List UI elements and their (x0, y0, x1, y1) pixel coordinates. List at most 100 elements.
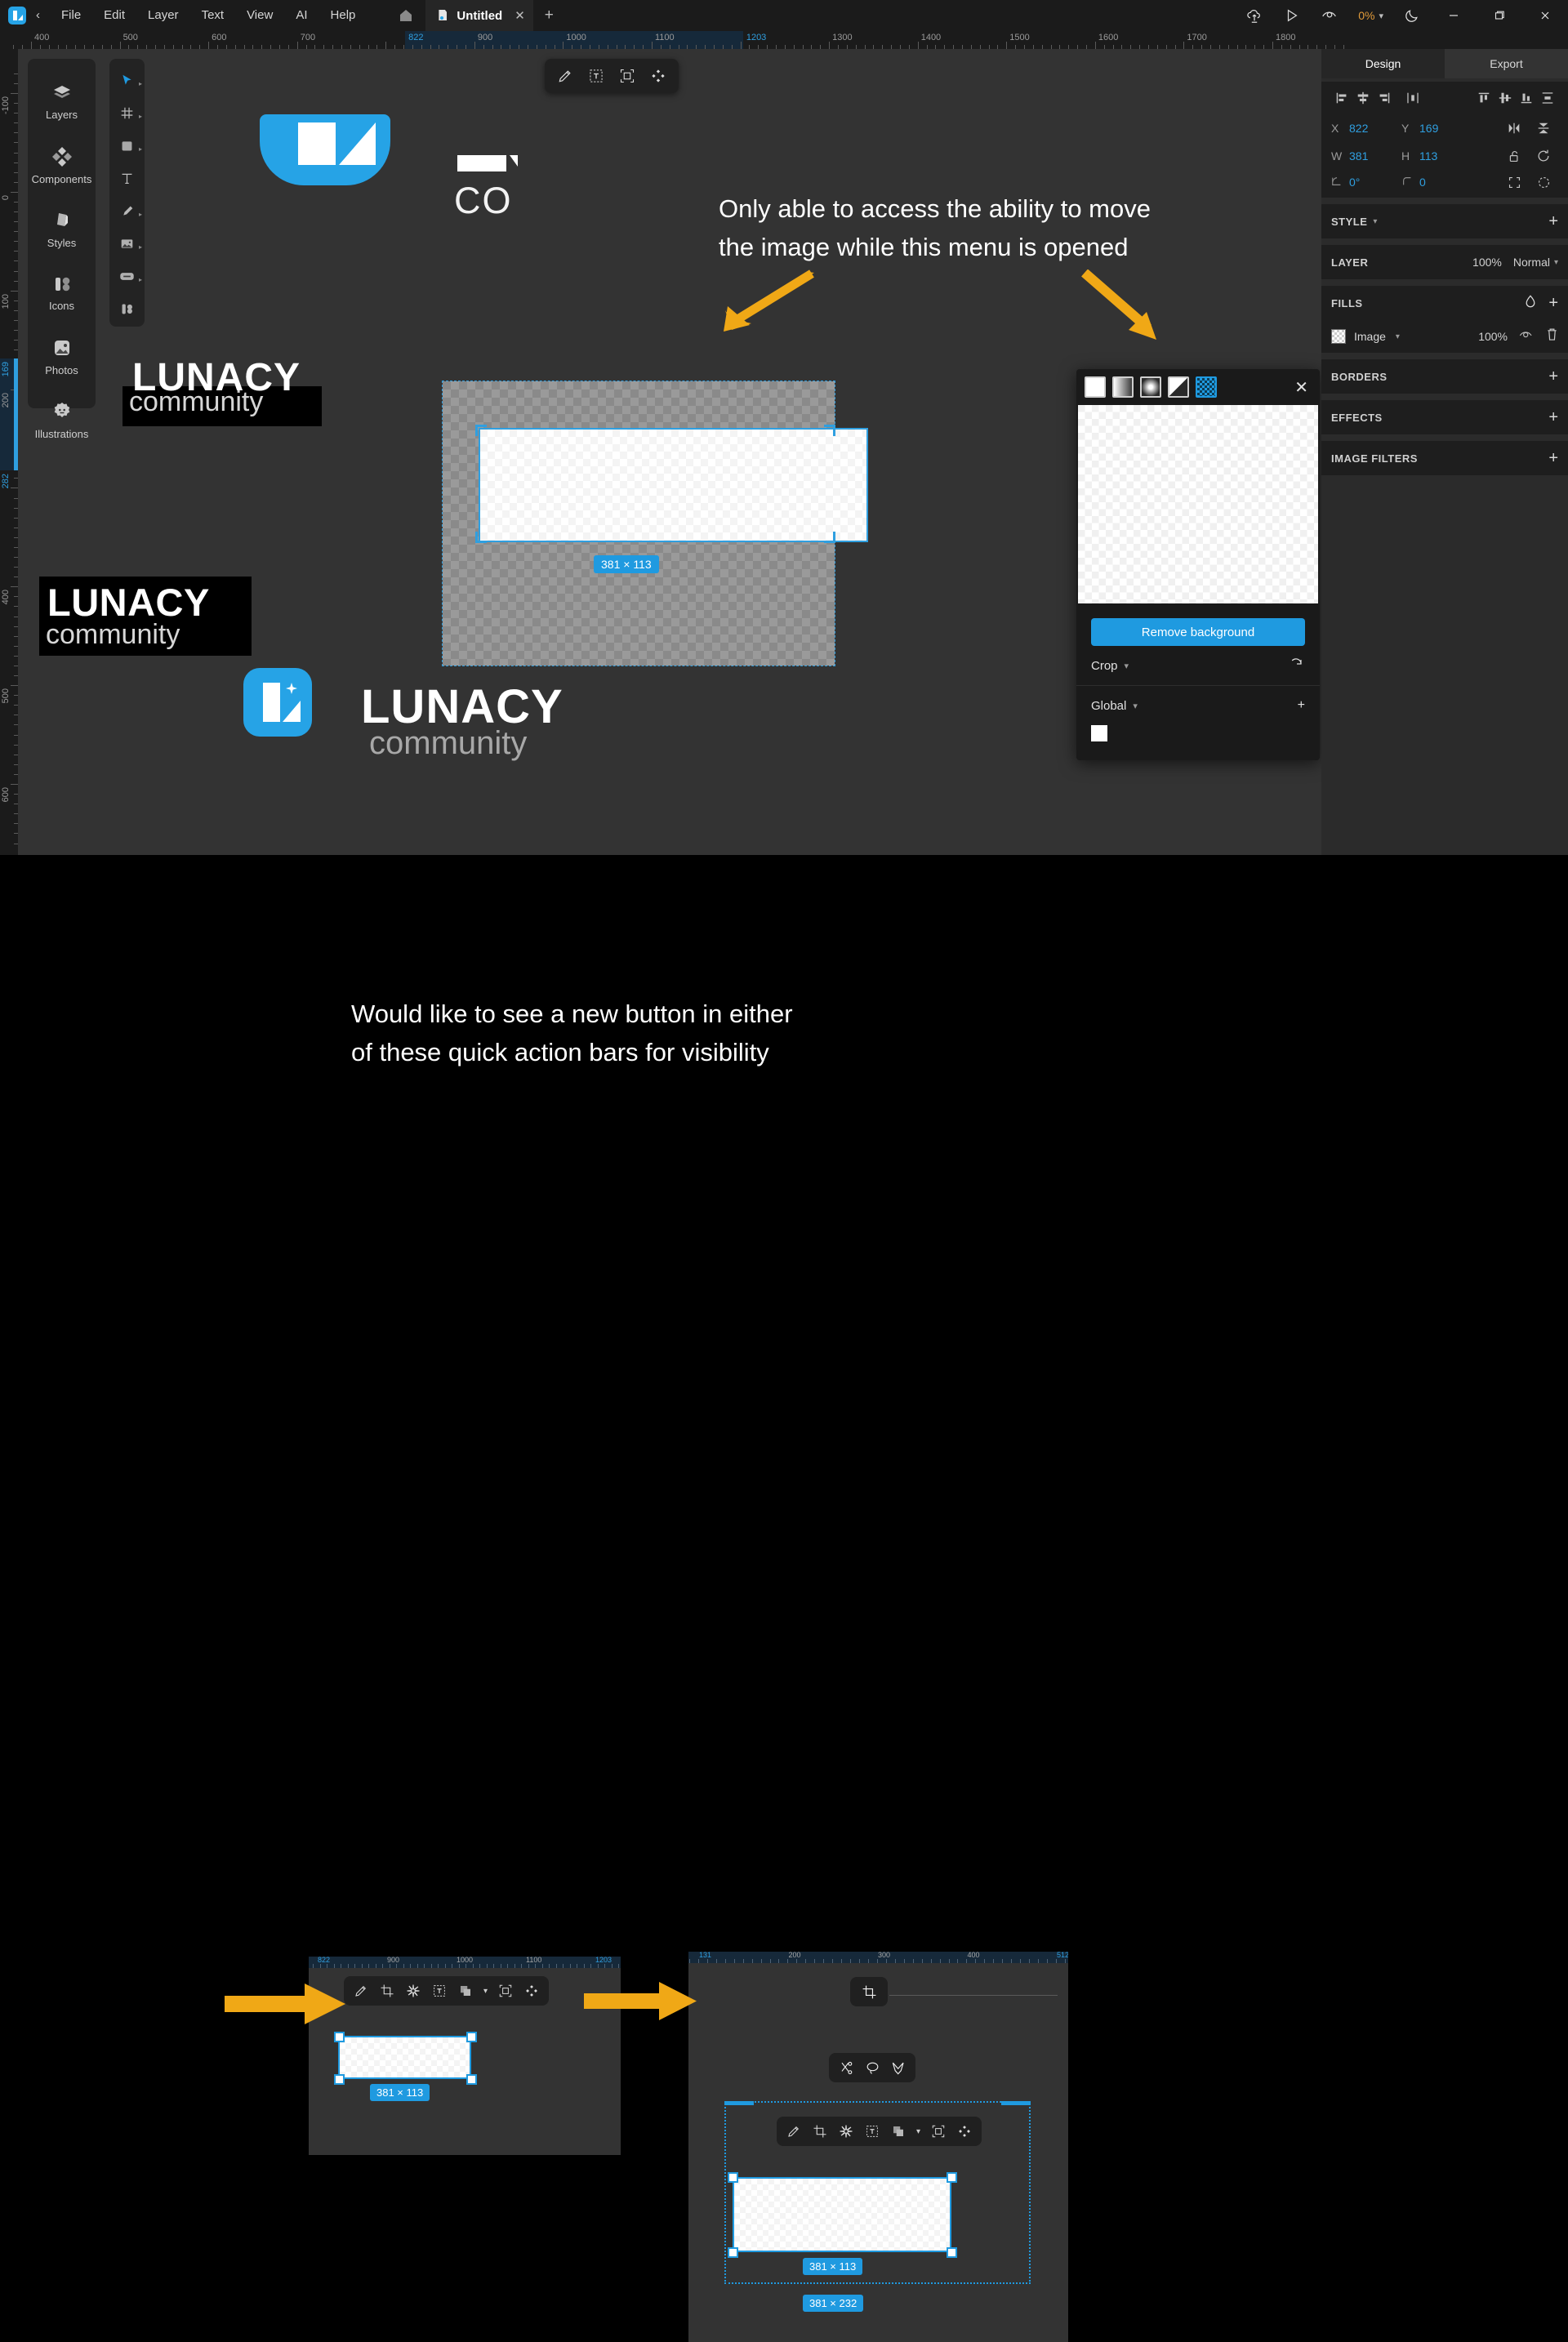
menu-text[interactable]: Text (190, 0, 236, 31)
w-field[interactable]: W 381 (1331, 149, 1401, 163)
fit-content-icon[interactable] (1499, 170, 1529, 194)
close-icon[interactable]: ✕ (514, 8, 525, 23)
zoom-level-control[interactable]: 0% ▾ (1348, 0, 1393, 31)
crop-icon[interactable] (374, 1978, 400, 2004)
menu-layer[interactable]: Layer (136, 0, 190, 31)
global-color-swatch[interactable] (1091, 725, 1107, 741)
global-row[interactable]: Global ▾ + (1076, 686, 1320, 725)
chevron-left-icon[interactable]: ‹ (33, 8, 50, 24)
eye-icon[interactable] (1519, 329, 1535, 345)
text-on-path-icon[interactable] (426, 1978, 452, 2004)
selected-image-group[interactable]: 381 × 113 (442, 381, 868, 666)
pencil-edit-icon[interactable] (781, 2118, 807, 2144)
plugins-icon[interactable] (951, 2118, 978, 2144)
artwork-partial-shape[interactable] (457, 155, 506, 171)
document-tab[interactable]: Untitled ✕ (425, 0, 533, 31)
distribute-h-icon[interactable] (1402, 87, 1423, 109)
tab-export[interactable]: Export (1445, 49, 1568, 78)
crop-button-highlighted[interactable] (850, 1977, 888, 2006)
align-center-h-icon[interactable] (1352, 87, 1374, 109)
menu-edit[interactable]: Edit (92, 0, 136, 31)
resize-handle-bottom-right[interactable] (466, 2074, 477, 2085)
section-fills[interactable]: FILLS + (1321, 286, 1568, 320)
text-on-path-icon[interactable] (859, 2118, 885, 2144)
artwork-lunacy-logo-tile[interactable] (260, 114, 390, 185)
plugins-icon[interactable] (643, 60, 674, 91)
sidebar-item-photos[interactable]: Photos (28, 325, 96, 389)
y-field[interactable]: Y 169 (1401, 122, 1472, 135)
section-style[interactable]: STYLE ▾ + (1321, 204, 1568, 238)
artwork-lunacy-sub[interactable]: community (369, 725, 527, 762)
canvas-quick-action-bar[interactable] (545, 59, 679, 93)
unlock-aspect-icon[interactable] (1499, 144, 1529, 168)
fill-mode-icon[interactable] (1085, 376, 1106, 398)
chevron-down-icon[interactable]: ▾ (479, 1978, 492, 2004)
moon-icon[interactable] (1393, 0, 1431, 31)
align-top-icon[interactable] (1473, 87, 1494, 109)
plugins-icon[interactable] (519, 1978, 545, 2004)
sidebar-item-layers[interactable]: Layers (28, 70, 96, 134)
cloud-upload-icon[interactable] (1236, 0, 1273, 31)
chevron-down-icon[interactable]: ▾ (1133, 701, 1138, 711)
artwork-lunacy-app-icon[interactable] (243, 668, 312, 737)
resize-handle-bottom-left[interactable] (728, 2247, 738, 2258)
radius-field[interactable]: 0 (1401, 176, 1472, 189)
resize-handle-top-right[interactable] (466, 2032, 477, 2042)
close-icon[interactable]: ✕ (1291, 377, 1312, 398)
stretch-mode-icon[interactable] (1140, 376, 1161, 398)
h-field[interactable]: H 113 (1401, 149, 1472, 163)
flip-vertical-icon[interactable] (1529, 116, 1558, 140)
preview-eye-icon[interactable] (1311, 0, 1348, 31)
button-component-icon[interactable]: ▸ (109, 260, 145, 292)
selected-image-layer[interactable] (479, 428, 868, 542)
mask-icon[interactable] (1529, 170, 1558, 194)
artwork-text-co[interactable]: CO (454, 180, 513, 222)
resize-handle-bottom-left[interactable] (475, 532, 487, 543)
section-effects[interactable]: EFFECTS + (1321, 400, 1568, 434)
image-fill-popup[interactable]: ✕ Remove background Crop ▾ Global ▾ + (1076, 369, 1320, 760)
image-tool-icon[interactable]: ▸ (109, 227, 145, 260)
plus-icon[interactable]: + (1548, 368, 1558, 385)
sidebar-item-illustrations[interactable]: Illustrations (28, 389, 96, 452)
crop-icon[interactable] (807, 2118, 833, 2144)
pattern-mode-icon[interactable] (1196, 376, 1217, 398)
chevron-down-icon[interactable]: ▾ (1125, 661, 1129, 671)
resize-handle-top-left[interactable] (334, 2032, 345, 2042)
rotation-field[interactable]: 0° (1331, 176, 1401, 189)
resize-handle-bottom-right[interactable] (824, 532, 835, 543)
align-bottom-icon[interactable] (1516, 87, 1537, 109)
magic-wand-select-icon[interactable] (885, 2055, 911, 2081)
adjust-icon[interactable] (833, 2118, 859, 2144)
menu-help[interactable]: Help (319, 0, 368, 31)
color-picker-icon[interactable] (1524, 294, 1537, 313)
resize-handle-bottom-left[interactable] (334, 2074, 345, 2085)
chevron-down-icon[interactable]: ▾ (1396, 332, 1400, 341)
image-edit-mini-toolbar[interactable] (829, 2053, 915, 2082)
align-middle-v-icon[interactable] (1494, 87, 1516, 109)
distribute-v-icon[interactable] (1537, 87, 1558, 109)
fill-opacity-value[interactable]: 100% (1478, 330, 1508, 343)
home-icon[interactable] (398, 7, 414, 24)
make-component-icon[interactable] (925, 2118, 951, 2144)
section-image-filters[interactable]: IMAGE FILTERS + (1321, 441, 1568, 475)
lower-left-image-layer[interactable] (338, 2036, 471, 2079)
section-borders[interactable]: BORDERS + (1321, 359, 1568, 394)
plus-icon[interactable]: + (1548, 295, 1558, 311)
close-icon[interactable] (1522, 0, 1568, 31)
make-component-icon[interactable] (492, 1978, 519, 2004)
plus-icon[interactable]: + (1548, 450, 1558, 466)
pen-tool-icon[interactable]: ▸ (109, 194, 145, 227)
resize-handle-top-right[interactable] (824, 425, 835, 436)
align-left-icon[interactable] (1331, 87, 1352, 109)
cursor-select-icon[interactable]: ▸ (109, 64, 145, 96)
maximize-icon[interactable] (1477, 0, 1522, 31)
pencil-edit-icon[interactable] (348, 1978, 374, 2004)
plus-icon[interactable]: + (1298, 698, 1305, 713)
plus-icon[interactable]: + (533, 7, 565, 24)
pencil-edit-icon[interactable] (550, 60, 581, 91)
boolean-ops-icon[interactable] (885, 2118, 911, 2144)
lower-left-quick-action-bar[interactable]: ▾ (344, 1976, 549, 2006)
remove-background-button[interactable]: Remove background (1091, 618, 1305, 646)
plus-icon[interactable]: + (1548, 213, 1558, 229)
chevron-down-icon[interactable]: ▾ (911, 2118, 925, 2144)
